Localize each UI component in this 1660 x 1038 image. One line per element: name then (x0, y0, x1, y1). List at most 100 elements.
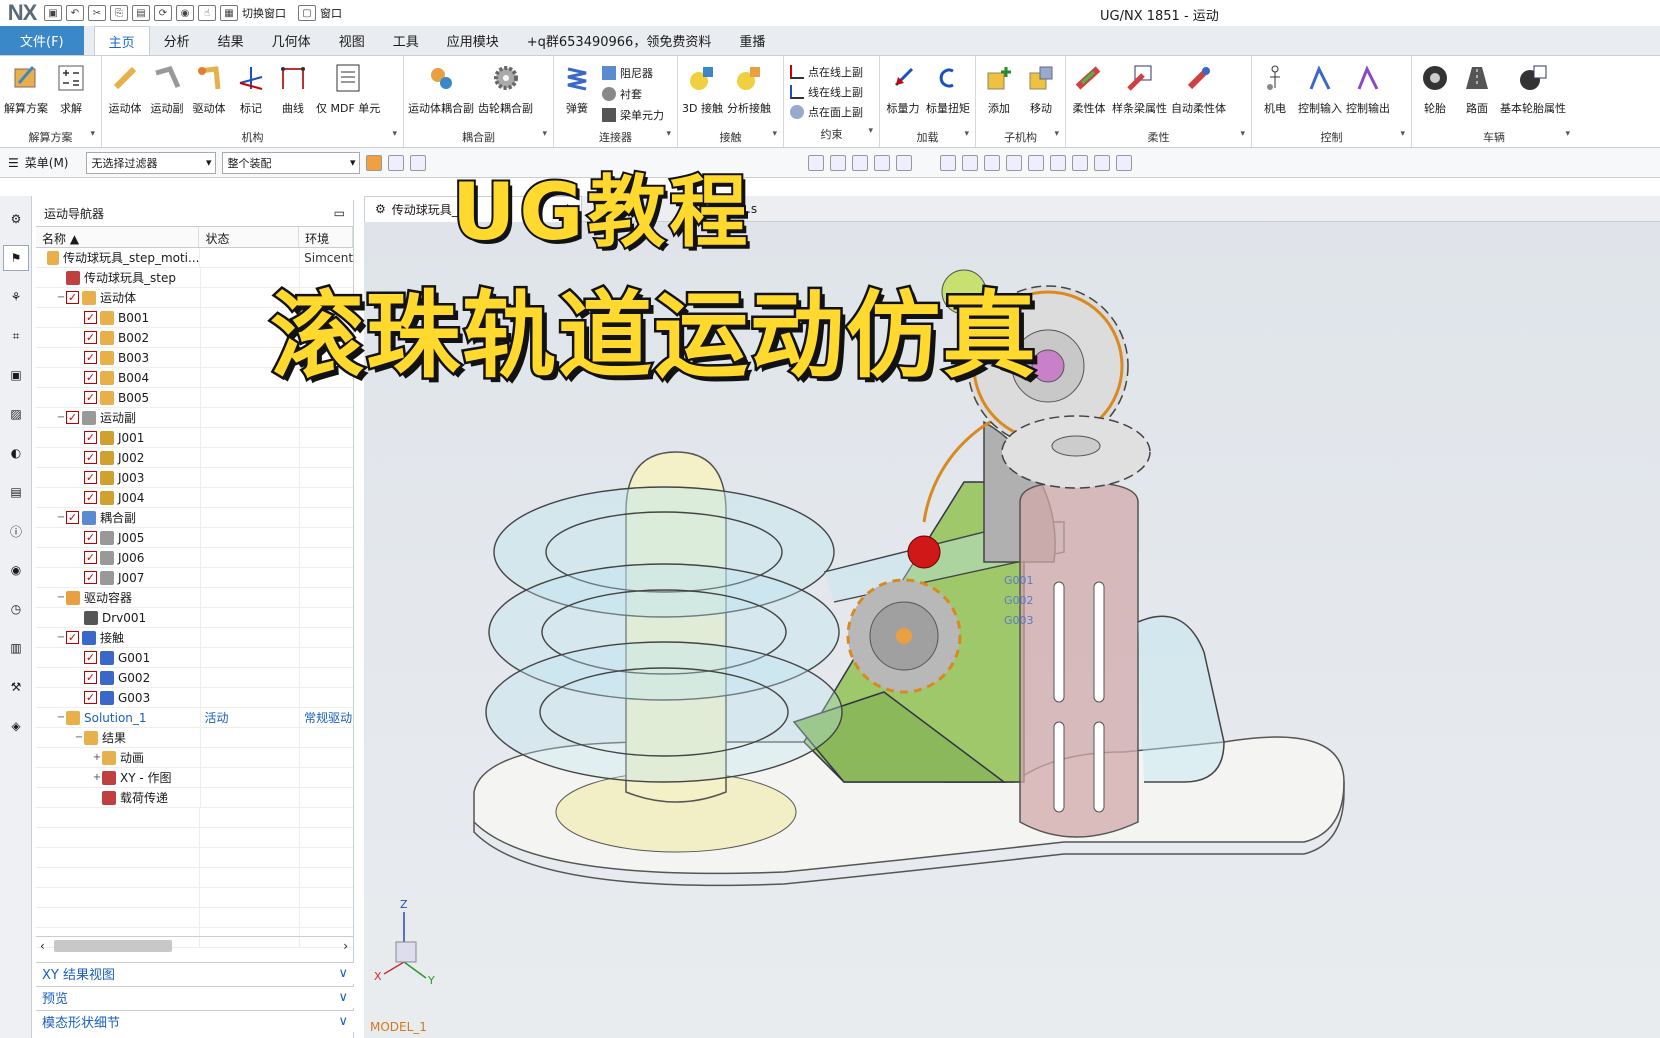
palette-icon[interactable]: ▥ (3, 635, 29, 661)
history-icon[interactable]: ▤ (3, 479, 29, 505)
col-name[interactable]: 名称 ▲ (36, 227, 200, 247)
mdf-button[interactable]: 仅 MDF 单元 (316, 58, 380, 129)
solve-button[interactable]: 求解 (52, 58, 90, 129)
tree-row[interactable]: ✓ J001 (36, 427, 353, 448)
tab-part[interactable]: ⚙ 传动球玩具_ ort (364, 196, 582, 222)
shaded-icon[interactable] (1006, 154, 1023, 171)
tree-row[interactable]: ✓ G002 (36, 667, 353, 688)
tree-row[interactable]: ✓ J004 (36, 487, 353, 508)
reuse-library-icon[interactable]: ▨ (3, 401, 29, 427)
menu-file[interactable]: 文件(F) (0, 26, 84, 55)
solution-button[interactable]: 解算方案 (4, 58, 48, 129)
group-constraint-label[interactable]: 约束 (788, 126, 875, 144)
beam-force-button[interactable]: 梁单元力 (602, 105, 664, 125)
checkbox[interactable]: ✓ (84, 311, 97, 324)
select-icon[interactable] (410, 154, 427, 171)
checkbox[interactable]: ✓ (84, 331, 97, 344)
scalar-torque-button[interactable]: 标量扭矩 (926, 58, 970, 129)
road-button[interactable]: 路面 (1458, 58, 1496, 129)
tree-row[interactable]: − ✓ 运动体 (36, 287, 353, 308)
scroll-thumb[interactable] (54, 940, 172, 952)
xy-result-view-panel[interactable]: XY 结果视图 ∨ (36, 962, 354, 984)
tree-row[interactable]: − Solution_1 活动 常规驱动 (36, 707, 353, 728)
checkbox[interactable]: ✓ (66, 511, 79, 524)
control-output-button[interactable]: 控制输出 (1346, 58, 1390, 129)
tab-home[interactable]: 主页 (93, 26, 150, 55)
tree-row[interactable]: Drv001 (36, 607, 353, 628)
switch-window-icon[interactable]: ▦ (220, 5, 238, 21)
menu-icon[interactable]: ☰ (8, 156, 19, 170)
snap-point-icon[interactable] (808, 154, 825, 171)
snap-face-icon[interactable] (852, 154, 869, 171)
tree-row[interactable]: + 动画 (36, 747, 353, 768)
tab-results[interactable]: 结果 (204, 26, 258, 55)
paste-icon[interactable]: ▤ (132, 5, 150, 21)
curve-on-curve-button[interactable]: 线在线上副 (790, 82, 873, 102)
group-coupler-label[interactable]: 耦合副 (408, 129, 549, 147)
collapse-icon[interactable]: − (56, 712, 66, 723)
spring-button[interactable]: 弹簧 (558, 58, 596, 129)
clock-icon[interactable]: ◷ (3, 596, 29, 622)
collapse-icon[interactable]: − (56, 592, 66, 603)
web-icon[interactable]: ◐ (3, 440, 29, 466)
tree-row[interactable]: 传动球玩具_step_moti... Simcenter (36, 248, 353, 268)
tools-icon[interactable]: ⚒ (3, 674, 29, 700)
tab-application[interactable]: 应用模块 (433, 26, 513, 55)
checkbox[interactable]: ✓ (84, 651, 97, 664)
curve-button[interactable]: 曲线 (274, 58, 312, 129)
box-icon[interactable] (1094, 154, 1111, 171)
collapse-icon[interactable]: − (56, 292, 66, 303)
roles-icon[interactable]: ◈ (3, 713, 29, 739)
gear-coupler-button[interactable]: 齿轮耦合副 (478, 58, 533, 129)
group-load-label[interactable]: 加载 (884, 129, 971, 147)
horizontal-scrollbar[interactable]: ‹ › (36, 936, 354, 954)
damper-button[interactable]: 阻尼器 (602, 63, 664, 83)
tire-property-button[interactable]: 基本轮胎属性 (1500, 58, 1566, 129)
scalar-force-button[interactable]: 标量力 (884, 58, 922, 129)
constraint-navigator-icon[interactable]: ⌗ (3, 323, 29, 349)
tab-promo[interactable]: +q群653490966，领免费资料 (513, 26, 726, 55)
move-button[interactable]: 移动 (1022, 58, 1060, 129)
checkbox[interactable]: ✓ (84, 691, 97, 704)
info-icon[interactable]: ⓘ (3, 518, 29, 544)
rotate-icon[interactable] (984, 154, 1001, 171)
tree-row[interactable]: − ✓ 耦合副 (36, 507, 353, 528)
type-filter-select[interactable]: 无选择过滤器 ▾ (86, 151, 217, 174)
filter-icon[interactable] (388, 154, 405, 171)
tree-row[interactable]: − ✓ 运动副 (36, 407, 353, 428)
group-mechanism-label[interactable]: 机构 (106, 129, 399, 147)
scroll-left-icon[interactable]: ‹ (36, 939, 45, 953)
render-icon[interactable] (1072, 154, 1089, 171)
checkbox[interactable]: ✓ (84, 371, 97, 384)
checkbox[interactable]: ✓ (84, 531, 97, 544)
view-icon[interactable]: ◉ (176, 5, 194, 21)
checkbox[interactable]: ✓ (84, 431, 97, 444)
col-env[interactable]: 环境 (299, 227, 353, 247)
zoom-icon[interactable] (962, 154, 979, 171)
tree-row[interactable]: ✓ G001 (36, 647, 353, 668)
collapse-icon[interactable]: − (74, 732, 84, 743)
group-solution-label[interactable]: 解算方案 (4, 129, 97, 147)
checkbox[interactable]: ✓ (66, 291, 79, 304)
part-navigator-icon[interactable]: ⚘ (3, 284, 29, 310)
tab-view[interactable]: 视图 (325, 26, 379, 55)
tree-row[interactable]: ✓ B003 (36, 347, 353, 368)
snap-line-icon[interactable] (830, 154, 847, 171)
analysis-contact-button[interactable]: 分析接触 (727, 58, 771, 129)
checkbox[interactable]: ✓ (84, 391, 97, 404)
assembly-navigator-icon[interactable]: ▣ (3, 362, 29, 388)
wireframe-icon[interactable] (1028, 154, 1045, 171)
save-icon[interactable]: ▣ (44, 5, 62, 21)
auto-flexible-button[interactable]: 自动柔性体 (1171, 58, 1226, 129)
window-icon[interactable]: ▢ (298, 5, 316, 21)
tab-analysis[interactable]: 分析 (150, 26, 204, 55)
collapse-icon[interactable]: − (56, 412, 66, 423)
body-button[interactable]: 运动体 (106, 58, 144, 129)
checkbox[interactable]: ✓ (84, 671, 97, 684)
col-state[interactable]: 状态 (199, 227, 300, 247)
repeat-icon[interactable]: ⟳ (154, 5, 172, 21)
tree-row[interactable]: + XY - 作图 (36, 767, 353, 788)
tree-row[interactable]: − ✓ 接触 (36, 627, 353, 648)
tree-row[interactable]: ✓ G003 (36, 687, 353, 708)
tree-row[interactable]: − 结果 (36, 727, 353, 748)
